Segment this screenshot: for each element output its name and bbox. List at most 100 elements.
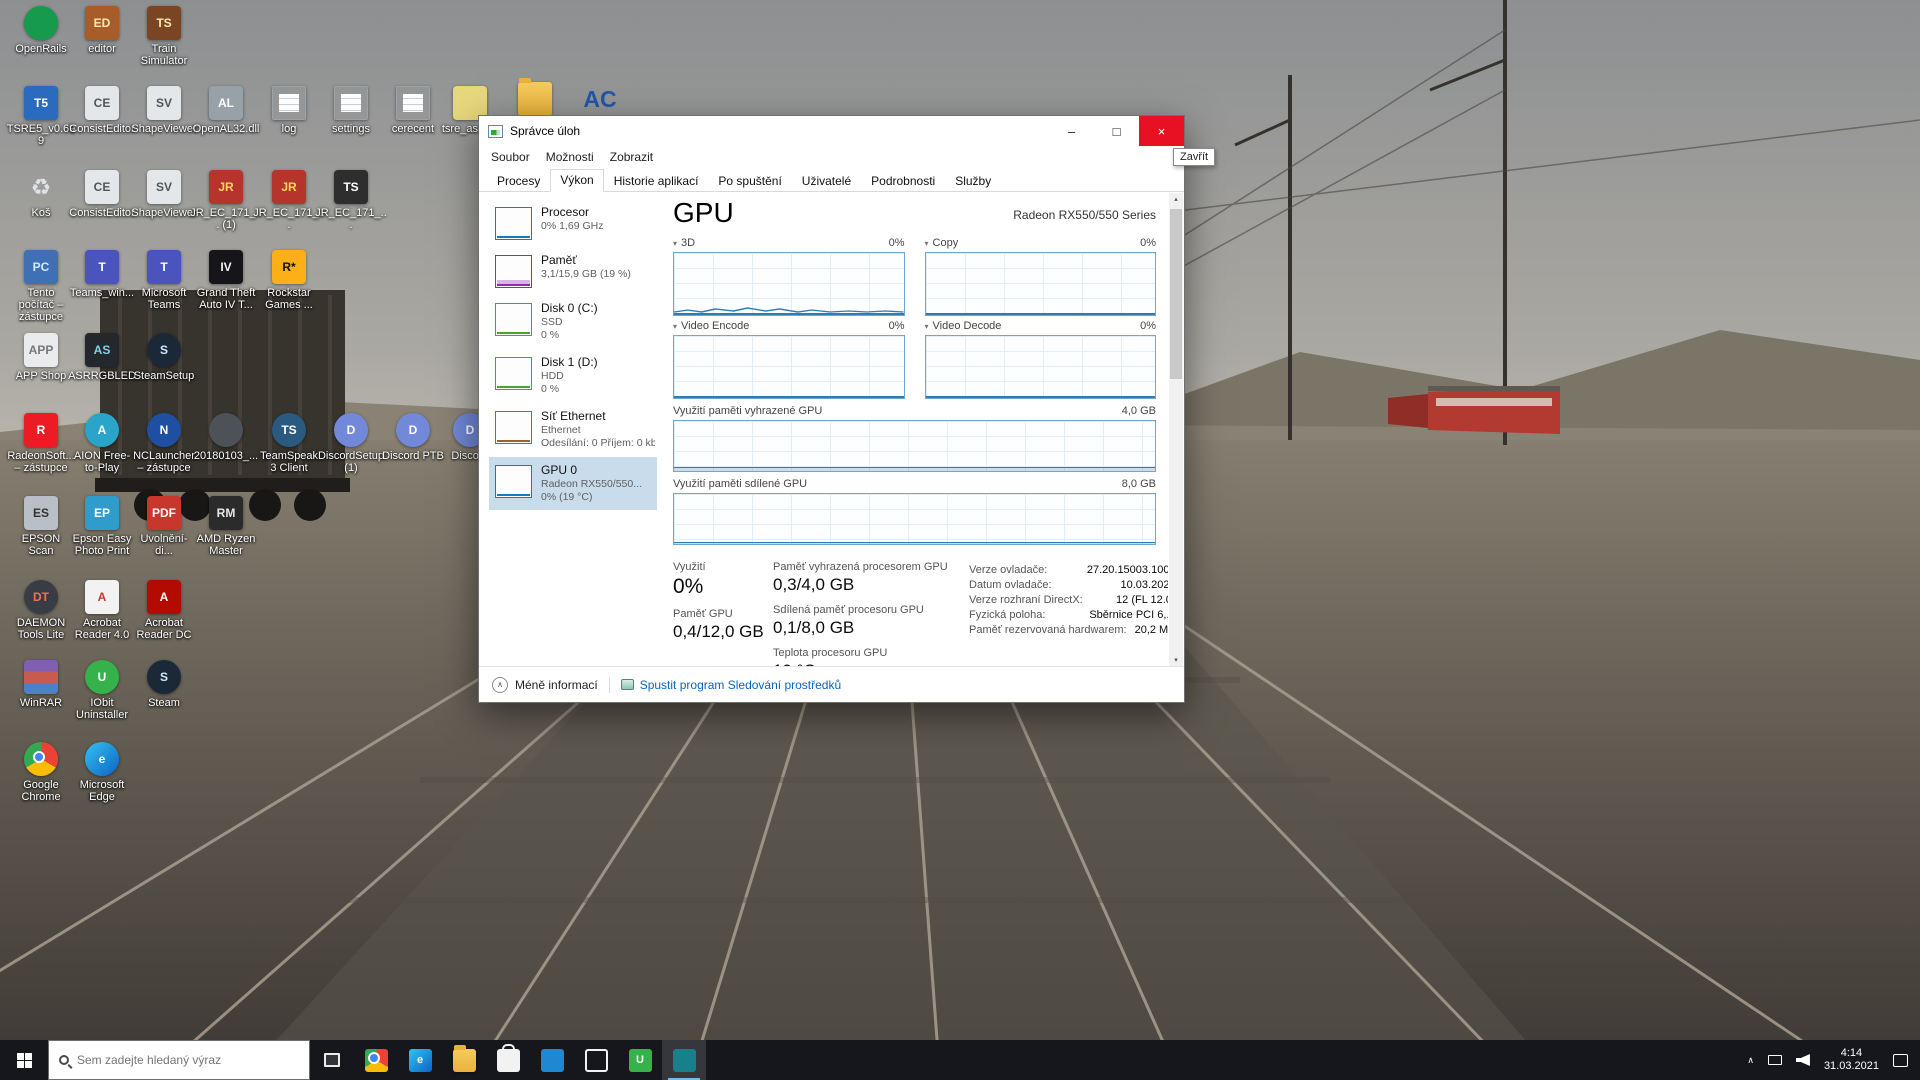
scrollbar-thumb[interactable] — [1170, 209, 1182, 379]
scrollbar[interactable]: ▴ ▾ — [1169, 193, 1183, 666]
desktop-icon-jr-ec-171-3[interactable]: TSJR_EC_171_... — [320, 170, 382, 231]
desktop-icon-tsre5[interactable]: T5TSRE5_v0.699 — [10, 86, 72, 147]
desktop-icon-shapeviewer-2[interactable]: SVShapeViewer — [133, 170, 195, 219]
desktop-icon-asrrgbled[interactable]: ASASRRGBLED — [71, 333, 133, 382]
tab-po-spusteni[interactable]: Po spuštění — [708, 170, 791, 192]
scroll-down-icon[interactable]: ▾ — [1174, 656, 1178, 664]
taskbar-app-iobit-uninstaller[interactable]: U — [618, 1040, 662, 1080]
desktop-icon-google-chrome[interactable]: Google Chrome — [10, 742, 72, 803]
less-info-button[interactable]: ∧ Méně informací — [492, 677, 598, 693]
taskbar-clock[interactable]: 4:14 31.03.2021 — [1824, 1047, 1879, 1073]
desktop-icon-winrar[interactable]: WinRAR — [10, 660, 72, 709]
sidebar-item-gpu0[interactable]: GPU 0Radeon RX550/550...0% (19 °C) — [489, 457, 657, 510]
network-icon[interactable] — [1768, 1055, 1782, 1065]
tab-podrobnosti[interactable]: Podrobnosti — [861, 170, 945, 192]
desktop-icon-acrobat-reader-dc[interactable]: AAcrobat Reader DC — [133, 580, 195, 641]
sidebar-item-disk1[interactable]: Disk 1 (D:)HDD0 % — [489, 349, 657, 402]
desktop-icon-discordsetup[interactable]: DDiscordSetup (1) — [320, 413, 382, 474]
taskbar-app-chrome[interactable] — [354, 1040, 398, 1080]
desktop-icon-microsoft-edge[interactable]: eMicrosoft Edge — [71, 742, 133, 803]
desktop-icon-teams-win[interactable]: TTeams_win... — [71, 250, 133, 299]
desktop-icon-openrails[interactable]: OpenRails — [10, 6, 72, 55]
sidebar-item-memory[interactable]: Paměť3,1/15,9 GB (19 %) — [489, 247, 657, 294]
desktop-icon-settings[interactable]: settings — [320, 86, 382, 135]
desktop-icon-radeonsoftware[interactable]: RRadeonSoft... – zástupce — [10, 413, 72, 474]
taskbar-app-task-manager[interactable] — [662, 1040, 706, 1080]
close-button[interactable]: × — [1139, 116, 1184, 146]
desktop-icon-consisteditor-2[interactable]: CEConsistEditor — [71, 170, 133, 219]
thumb-line — [497, 236, 530, 238]
desktop-icon-gta-iv[interactable]: IVGrand Theft Auto IV T... — [195, 250, 257, 311]
desktop-icon-cerecent[interactable]: cerecent — [382, 86, 444, 135]
menu-moznosti[interactable]: Možnosti — [538, 148, 602, 166]
tab-vykon[interactable]: Výkon — [550, 169, 603, 192]
desktop-icon-app-shop[interactable]: APPAPP Shop — [10, 333, 72, 382]
desktop-icon-steam[interactable]: SSteam — [133, 660, 195, 709]
desktop-icon-shapeviewer-1[interactable]: SVShapeViewer — [133, 86, 195, 135]
desktop-icon-log[interactable]: log — [258, 86, 320, 135]
desktop-icon-tento-pocitac[interactable]: PCTento počítač – zástupce — [10, 250, 72, 323]
gpu-detail-value: 20,2 MB — [1135, 623, 1168, 638]
gpu-stats-column-2: Paměť vyhrazená procesorem GPU0,3/4,0 GB… — [773, 561, 969, 666]
desktop-icon-ac[interactable]: AC — [569, 82, 631, 116]
taskbar-app-edge[interactable]: e — [398, 1040, 442, 1080]
desktop-icon-aion[interactable]: AAION Free-to-Play — [71, 413, 133, 474]
desktop-icon-microsoft-teams[interactable]: TMicrosoft Teams — [133, 250, 195, 311]
desktop-icon-teamspeak3[interactable]: TSTeamSpeak 3 Client — [258, 413, 320, 474]
sidebar-item-title: Disk 1 (D:) — [541, 355, 598, 370]
scroll-up-icon[interactable]: ▴ — [1174, 195, 1178, 203]
taskbar-app-alarms[interactable] — [574, 1040, 618, 1080]
volume-icon[interactable] — [1796, 1054, 1810, 1066]
title-bar[interactable]: Správce úloh – □ × — [479, 116, 1184, 146]
start-button[interactable] — [0, 1040, 48, 1080]
desktop-icon-steamsetup[interactable]: SSteamSetup — [133, 333, 195, 382]
desktop-icon-amd-ryzen-master[interactable]: RMAMD Ryzen Master — [195, 496, 257, 557]
taskbar-app-file-explorer[interactable] — [442, 1040, 486, 1080]
sidebar-item-title: Síť Ethernet — [541, 409, 655, 424]
task-view-button[interactable] — [310, 1040, 354, 1080]
desktop-icon-discord-ptb[interactable]: DDiscord PTB — [382, 413, 444, 462]
maximize-button[interactable]: □ — [1094, 116, 1139, 146]
desktop-icon-folder-1[interactable] — [504, 82, 566, 116]
taskbar-app-store[interactable] — [486, 1040, 530, 1080]
sidebar-item-cpu[interactable]: Procesor0% 1,69 GHz — [489, 199, 657, 246]
desktop-icon-daemon-tools-lite[interactable]: DTDAEMON Tools Lite — [10, 580, 72, 641]
desktop-icon-acrobat-reader-40[interactable]: AAcrobat Reader 4.0 — [71, 580, 133, 641]
desktop-icon-jr-ec-171-2[interactable]: JRJR_EC_171_... — [258, 170, 320, 231]
resource-monitor-link[interactable]: Spustit program Sledování prostředků — [621, 678, 841, 692]
performance-sidebar: Procesor0% 1,69 GHzPaměť3,1/15,9 GB (19 … — [479, 193, 657, 666]
menu-zobrazit[interactable]: Zobrazit — [602, 148, 661, 166]
minimize-button[interactable]: – — [1049, 116, 1094, 146]
sidebar-item-ethernet[interactable]: Síť EthernetEthernetOdesílání: 0 Příjem:… — [489, 403, 657, 456]
taskbar-app-photos[interactable] — [530, 1040, 574, 1080]
desktop-icon-epson-scan[interactable]: ESEPSON Scan — [10, 496, 72, 557]
chart-baseline — [926, 396, 1156, 398]
desktop-icon-jr-ec-171-1[interactable]: JRJR_EC_171_... (1) — [195, 170, 257, 231]
desktop-icon-kos[interactable]: ♻Koš — [10, 170, 72, 219]
desktop-icon-label: Tento počítač – zástupce — [10, 287, 72, 323]
desktop-icon-photo-20180103[interactable]: 20180103_... — [195, 413, 257, 462]
action-center-button[interactable] — [1893, 1054, 1908, 1067]
desktop-icon-openal32[interactable]: ALOpenAL32.dll — [195, 86, 257, 135]
search-input[interactable] — [77, 1053, 299, 1067]
tab-uzivatele[interactable]: Uživatelé — [792, 170, 861, 192]
desktop-icon-nclauncher[interactable]: NNCLauncher – zástupce — [133, 413, 195, 474]
desktop-icon-pdf-uvolneni[interactable]: PDFUvolnění-di... — [133, 496, 195, 557]
desktop-icon-editor[interactable]: EDeditor — [71, 6, 133, 55]
desktop-icon-consisteditor-1[interactable]: CEConsistEditor — [71, 86, 133, 135]
menu-soubor[interactable]: Soubor — [483, 148, 538, 166]
desktop-icon-train-simulator[interactable]: TSTrain Simulator — [133, 6, 195, 67]
desktop-icon-epson-easy-photo-print[interactable]: EPEpson Easy Photo Print — [71, 496, 133, 557]
tab-historie-aplikaci[interactable]: Historie aplikací — [604, 170, 709, 192]
tab-procesy[interactable]: Procesy — [487, 170, 550, 192]
taskbar-search[interactable] — [48, 1040, 310, 1080]
hidden-icons-button[interactable]: ∧ — [1747, 1055, 1754, 1066]
sidebar-item-disk0[interactable]: Disk 0 (C:)SSD0 % — [489, 295, 657, 348]
tab-sluzby[interactable]: Služby — [945, 170, 1001, 192]
desktop-icon-iobit-uninstaller[interactable]: UIObit Uninstaller — [71, 660, 133, 721]
radeonsoftware-icon: R — [24, 413, 58, 447]
gpu-chart-label: ▾3D — [673, 237, 695, 249]
epson-easy-photo-print-icon: EP — [85, 496, 119, 530]
desktop-icon-rockstar-games[interactable]: R*Rockstar Games ... — [258, 250, 320, 311]
desktop-icon-label: Google Chrome — [10, 779, 72, 803]
